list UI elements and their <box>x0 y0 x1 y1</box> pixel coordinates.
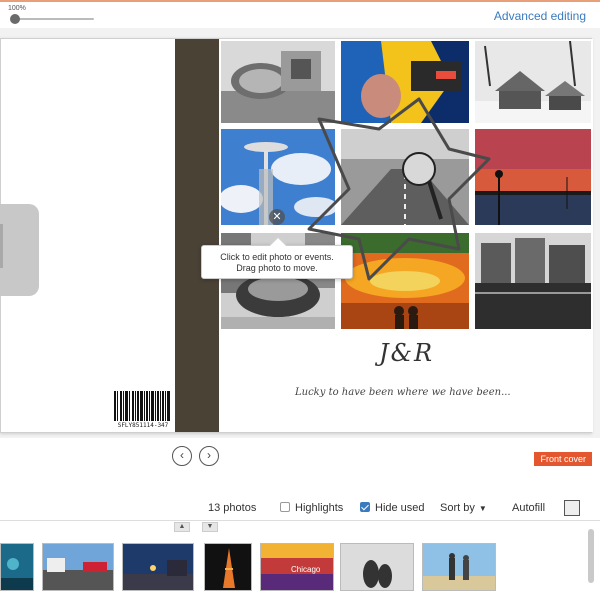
barcode-icon <box>113 391 171 421</box>
zoom-level-label: 100% <box>8 5 26 12</box>
photo-count: 13 photos <box>208 502 257 514</box>
filmstrip-scrollbar[interactable] <box>588 529 594 583</box>
photo-tooltip: Click to edit photo or events. Drag phot… <box>201 236 353 279</box>
highlights-checkbox[interactable] <box>280 502 290 512</box>
hide-used-toggle[interactable]: Hide used <box>360 502 425 514</box>
top-bar: 100% Advanced editing <box>0 0 600 28</box>
photo-thumbnail[interactable] <box>422 543 496 591</box>
next-page-button[interactable]: › <box>199 446 219 466</box>
photo-thumbnail[interactable] <box>340 543 414 591</box>
highlights-label: Highlights <box>295 502 344 514</box>
photo-thumbnail[interactable]: Chicago <box>260 543 334 591</box>
photo-book-editor: 100% Advanced editing SFLY851114-347 J&R… <box>0 0 600 600</box>
book-spread: SFLY851114-347 J&R Lucky to have been wh… <box>0 38 593 433</box>
thumb-aquarium <box>1 544 33 590</box>
autofill-button[interactable]: Autofill <box>512 502 545 514</box>
book-canvas: SFLY851114-347 J&R Lucky to have been wh… <box>0 28 600 438</box>
photo-thumbnail[interactable] <box>42 543 114 591</box>
photo-thumbnail[interactable] <box>204 543 252 591</box>
tooltip-line: Click to edit photo or events. <box>220 252 334 262</box>
zoom-slider-handle[interactable] <box>10 14 20 24</box>
thumb-caption: Chicago <box>291 565 321 574</box>
thumb-dusk-street <box>123 544 193 590</box>
add-photos-icon[interactable] <box>564 500 580 516</box>
back-cover[interactable]: SFLY851114-347 <box>0 39 175 432</box>
front-cover[interactable]: J&R Lucky to have been where we have bee… <box>219 39 593 432</box>
photo-filmstrip: ▲ ▼ Chicago <box>0 520 600 600</box>
cover-title[interactable]: J&R <box>379 339 434 367</box>
image-placeholder-icon <box>0 224 3 268</box>
thumb-road <box>43 544 113 590</box>
thumb-shadows <box>341 544 413 590</box>
zoom-slider-track[interactable] <box>14 18 94 20</box>
photo-thumbnail[interactable] <box>0 543 34 591</box>
photo-thumbnail[interactable] <box>122 543 194 591</box>
chevron-up-icon[interactable]: ▲ <box>174 522 190 532</box>
photo-toolbar: 13 photos Highlights Hide used Sort by ▼ … <box>0 496 600 518</box>
hide-used-label: Hide used <box>375 502 425 514</box>
thumb-couple-beach <box>423 544 495 590</box>
hide-used-checkbox[interactable] <box>360 502 370 512</box>
advanced-editing-link[interactable]: Advanced editing <box>494 9 586 23</box>
sort-by-label: Sort by <box>440 502 475 514</box>
previous-page-button[interactable]: ‹ <box>172 446 192 466</box>
thumb-eiffel <box>205 544 251 590</box>
page-navigation: ‹ › Front cover <box>0 438 600 478</box>
highlights-toggle[interactable]: Highlights <box>280 502 343 514</box>
cover-subtitle[interactable]: Lucky to have been where we have been... <box>295 387 511 398</box>
page-label-badge: Front cover <box>534 452 592 466</box>
chevron-down-icon[interactable]: ▼ <box>202 522 218 532</box>
chevron-down-icon: ▼ <box>478 504 487 513</box>
thumb-chicago: Chicago <box>261 544 333 590</box>
tooltip-line: Drag photo to move. <box>236 263 318 273</box>
photo-placeholder[interactable] <box>0 204 39 296</box>
barcode-number: SFLY851114-347 <box>117 422 169 429</box>
sort-by-dropdown[interactable]: Sort by ▼ <box>440 502 487 514</box>
book-spine[interactable] <box>175 39 219 432</box>
remove-photo-icon[interactable]: ✕ <box>269 209 285 225</box>
